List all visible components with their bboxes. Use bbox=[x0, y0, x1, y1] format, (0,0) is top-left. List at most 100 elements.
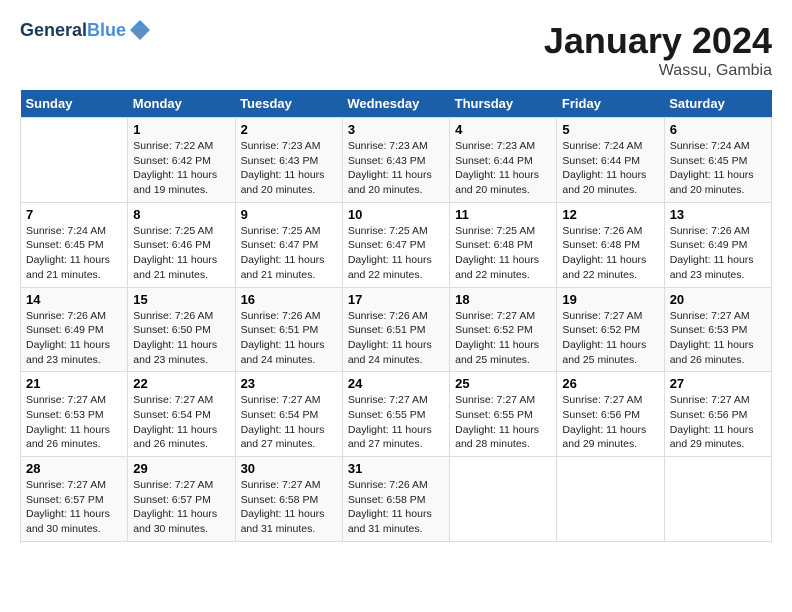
calendar-cell: 17Sunrise: 7:26 AM Sunset: 6:51 PM Dayli… bbox=[342, 287, 449, 372]
day-number: 25 bbox=[455, 376, 551, 391]
calendar-cell: 16Sunrise: 7:26 AM Sunset: 6:51 PM Dayli… bbox=[235, 287, 342, 372]
day-number: 23 bbox=[241, 376, 337, 391]
col-wednesday: Wednesday bbox=[342, 90, 449, 118]
calendar-cell: 13Sunrise: 7:26 AM Sunset: 6:49 PM Dayli… bbox=[664, 202, 771, 287]
day-number: 28 bbox=[26, 461, 122, 476]
calendar-cell: 4 Sunrise: 7:23 AM Sunset: 6:44 PM Daylig… bbox=[450, 118, 557, 203]
day-number: 15 bbox=[133, 292, 229, 307]
logo-text: GeneralBlue bbox=[20, 21, 126, 41]
main-title: January 2024 bbox=[544, 20, 772, 62]
cell-content: Sunrise: 7:27 AM Sunset: 6:55 PM Dayligh… bbox=[455, 393, 551, 452]
cell-content: Sunrise: 7:26 AM Sunset: 6:58 PM Dayligh… bbox=[348, 478, 444, 537]
calendar-cell bbox=[21, 118, 128, 203]
title-area: January 2024 Wassu, Gambia bbox=[544, 20, 772, 80]
calendar-cell: 21 Sunrise: 7:27 AM Sunset: 6:53 PM Dayli… bbox=[21, 372, 128, 457]
cell-content: Sunrise: 7:27 AM Sunset: 6:56 PM Dayligh… bbox=[670, 393, 766, 452]
day-number: 7 bbox=[26, 207, 122, 222]
day-number: 27 bbox=[670, 376, 766, 391]
day-number: 4 bbox=[455, 122, 551, 137]
calendar-cell: 26Sunrise: 7:27 AM Sunset: 6:56 PM Dayli… bbox=[557, 372, 664, 457]
day-number: 6 bbox=[670, 122, 766, 137]
calendar-cell: 15 Sunrise: 7:26 AM Sunset: 6:50 PM Dayli… bbox=[128, 287, 235, 372]
week-row-3: 14 Sunrise: 7:26 AM Sunset: 6:49 PM Dayli… bbox=[21, 287, 772, 372]
calendar-cell: 9 Sunrise: 7:25 AM Sunset: 6:47 PM Daylig… bbox=[235, 202, 342, 287]
calendar-cell: 10 Sunrise: 7:25 AM Sunset: 6:47 PM Dayli… bbox=[342, 202, 449, 287]
day-number: 9 bbox=[241, 207, 337, 222]
day-number: 18 bbox=[455, 292, 551, 307]
day-number: 14 bbox=[26, 292, 122, 307]
calendar-cell: 6 Sunrise: 7:24 AM Sunset: 6:45 PM Daylig… bbox=[664, 118, 771, 203]
col-friday: Friday bbox=[557, 90, 664, 118]
calendar-cell: 7Sunrise: 7:24 AM Sunset: 6:45 PM Daylig… bbox=[21, 202, 128, 287]
day-number: 21 bbox=[26, 376, 122, 391]
calendar-cell: 25 Sunrise: 7:27 AM Sunset: 6:55 PM Dayli… bbox=[450, 372, 557, 457]
calendar-cell bbox=[557, 457, 664, 542]
calendar-cell bbox=[450, 457, 557, 542]
page: GeneralBlue January 2024 Wassu, Gambia S… bbox=[0, 0, 792, 552]
day-number: 30 bbox=[241, 461, 337, 476]
calendar-cell: 24 Sunrise: 7:27 AM Sunset: 6:55 PM Dayli… bbox=[342, 372, 449, 457]
day-number: 17 bbox=[348, 292, 444, 307]
cell-content: Sunrise: 7:26 AM Sunset: 6:49 PM Dayligh… bbox=[26, 309, 122, 368]
cell-content: Sunrise: 7:26 AM Sunset: 6:49 PM Dayligh… bbox=[670, 224, 766, 283]
cell-content: Sunrise: 7:25 AM Sunset: 6:46 PM Dayligh… bbox=[133, 224, 229, 283]
calendar-cell: 31 Sunrise: 7:26 AM Sunset: 6:58 PM Dayli… bbox=[342, 457, 449, 542]
day-number: 19 bbox=[562, 292, 658, 307]
day-number: 24 bbox=[348, 376, 444, 391]
cell-content: Sunrise: 7:26 AM Sunset: 6:51 PM Dayligh… bbox=[241, 309, 337, 368]
calendar-cell: 27 Sunrise: 7:27 AM Sunset: 6:56 PM Dayli… bbox=[664, 372, 771, 457]
cell-content: Sunrise: 7:27 AM Sunset: 6:54 PM Dayligh… bbox=[133, 393, 229, 452]
col-sunday: Sunday bbox=[21, 90, 128, 118]
day-number: 3 bbox=[348, 122, 444, 137]
calendar-cell: 28Sunrise: 7:27 AM Sunset: 6:57 PM Dayli… bbox=[21, 457, 128, 542]
calendar-table: Sunday Monday Tuesday Wednesday Thursday… bbox=[20, 90, 772, 542]
cell-content: Sunrise: 7:26 AM Sunset: 6:50 PM Dayligh… bbox=[133, 309, 229, 368]
header-row: Sunday Monday Tuesday Wednesday Thursday… bbox=[21, 90, 772, 118]
day-number: 2 bbox=[241, 122, 337, 137]
cell-content: Sunrise: 7:27 AM Sunset: 6:52 PM Dayligh… bbox=[562, 309, 658, 368]
calendar-cell bbox=[664, 457, 771, 542]
day-number: 1 bbox=[133, 122, 229, 137]
day-number: 26 bbox=[562, 376, 658, 391]
cell-content: Sunrise: 7:27 AM Sunset: 6:55 PM Dayligh… bbox=[348, 393, 444, 452]
cell-content: Sunrise: 7:23 AM Sunset: 6:44 PM Dayligh… bbox=[455, 139, 551, 198]
cell-content: Sunrise: 7:25 AM Sunset: 6:47 PM Dayligh… bbox=[348, 224, 444, 283]
week-row-5: 28 Sunrise: 7:27 AM Sunset: 6:57 PM Dayli… bbox=[21, 457, 772, 542]
calendar-cell: 23 Sunrise: 7:27 AM Sunset: 6:54 PM Dayli… bbox=[235, 372, 342, 457]
calendar-cell: 30Sunrise: 7:27 AM Sunset: 6:58 PM Dayli… bbox=[235, 457, 342, 542]
cell-content: Sunrise: 7:27 AM Sunset: 6:53 PM Dayligh… bbox=[26, 393, 122, 452]
logo-icon bbox=[128, 18, 152, 42]
cell-content: Sunrise: 7:27 AM Sunset: 6:53 PM Dayligh… bbox=[670, 309, 766, 368]
cell-content: Sunrise: 7:25 AM Sunset: 6:47 PM Dayligh… bbox=[241, 224, 337, 283]
calendar-cell: 29 Sunrise: 7:27 AM Sunset: 6:57 PM Dayli… bbox=[128, 457, 235, 542]
cell-content: Sunrise: 7:27 AM Sunset: 6:57 PM Dayligh… bbox=[133, 478, 229, 537]
day-number: 8 bbox=[133, 207, 229, 222]
day-number: 10 bbox=[348, 207, 444, 222]
logo: GeneralBlue bbox=[20, 20, 152, 42]
cell-content: Sunrise: 7:24 AM Sunset: 6:45 PM Dayligh… bbox=[670, 139, 766, 198]
subtitle: Wassu, Gambia bbox=[544, 62, 772, 80]
day-number: 12 bbox=[562, 207, 658, 222]
calendar-cell: 11 Sunrise: 7:25 AM Sunset: 6:48 PM Dayli… bbox=[450, 202, 557, 287]
cell-content: Sunrise: 7:25 AM Sunset: 6:48 PM Dayligh… bbox=[455, 224, 551, 283]
day-number: 31 bbox=[348, 461, 444, 476]
day-number: 29 bbox=[133, 461, 229, 476]
day-number: 11 bbox=[455, 207, 551, 222]
week-row-2: 7Sunrise: 7:24 AM Sunset: 6:45 PM Daylig… bbox=[21, 202, 772, 287]
cell-content: Sunrise: 7:22 AM Sunset: 6:42 PM Dayligh… bbox=[133, 139, 229, 198]
calendar-cell: 1 Sunrise: 7:22 AM Sunset: 6:42 PM Daylig… bbox=[128, 118, 235, 203]
calendar-cell: 18Sunrise: 7:27 AM Sunset: 6:52 PM Dayli… bbox=[450, 287, 557, 372]
day-number: 5 bbox=[562, 122, 658, 137]
calendar-cell: 22 Sunrise: 7:27 AM Sunset: 6:54 PM Dayli… bbox=[128, 372, 235, 457]
col-monday: Monday bbox=[128, 90, 235, 118]
day-number: 22 bbox=[133, 376, 229, 391]
week-row-1: 1 Sunrise: 7:22 AM Sunset: 6:42 PM Daylig… bbox=[21, 118, 772, 203]
calendar-cell: 14 Sunrise: 7:26 AM Sunset: 6:49 PM Dayli… bbox=[21, 287, 128, 372]
cell-content: Sunrise: 7:26 AM Sunset: 6:48 PM Dayligh… bbox=[562, 224, 658, 283]
col-thursday: Thursday bbox=[450, 90, 557, 118]
calendar-cell: 2Sunrise: 7:23 AM Sunset: 6:43 PM Daylig… bbox=[235, 118, 342, 203]
header: GeneralBlue January 2024 Wassu, Gambia bbox=[20, 20, 772, 80]
cell-content: Sunrise: 7:23 AM Sunset: 6:43 PM Dayligh… bbox=[348, 139, 444, 198]
cell-content: Sunrise: 7:27 AM Sunset: 6:54 PM Dayligh… bbox=[241, 393, 337, 452]
col-saturday: Saturday bbox=[664, 90, 771, 118]
